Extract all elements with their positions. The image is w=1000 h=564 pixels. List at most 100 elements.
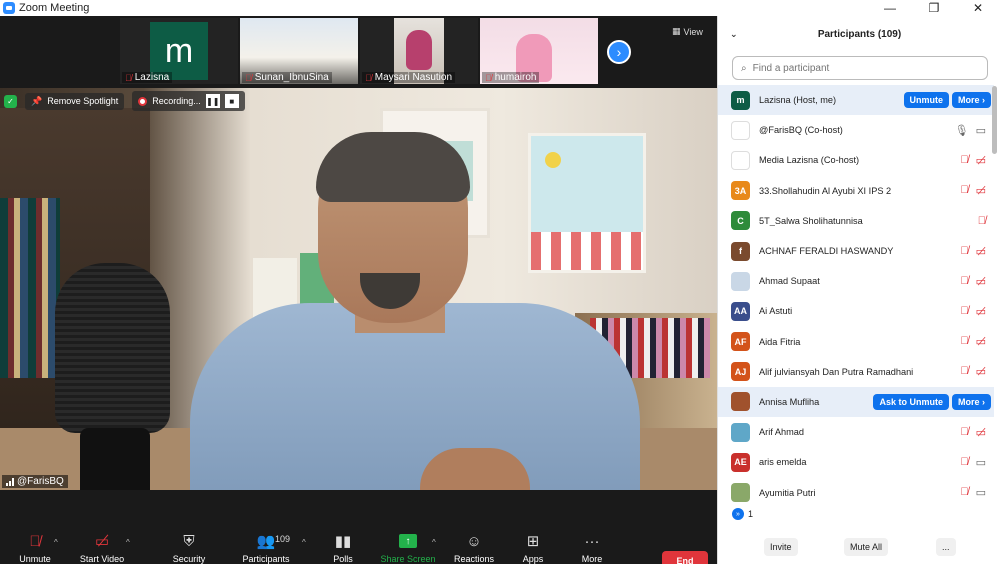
unmute-participant-button[interactable]: Unmute	[903, 92, 949, 109]
video-thumbnail[interactable]: 🎙̸ Sunan_IbnuSina	[240, 18, 358, 84]
search-icon: ⌕	[741, 62, 747, 74]
participant-status-icons: 🎙̸ ▭̸	[960, 245, 986, 258]
participant-row[interactable]: f ACHNAF FERALDI HASWANDY 🎙̸ ▭̸	[718, 236, 994, 266]
shield-icon: ✓	[4, 94, 17, 108]
minimize-button[interactable]: —	[868, 1, 912, 15]
video-off-icon: ▭̸	[975, 336, 986, 349]
video-off-icon: ▭̸	[975, 154, 986, 167]
search-input[interactable]	[752, 62, 987, 74]
panel-more-button[interactable]: ...	[936, 538, 956, 556]
avatar	[731, 422, 750, 442]
mic-muted-icon: 🎙̸	[485, 72, 492, 83]
waiting-room-indicator[interactable]: » 1	[732, 508, 753, 520]
avatar: C	[731, 211, 750, 231]
video-icon: ▭	[975, 124, 986, 137]
participant-more-button[interactable]: More ›	[952, 393, 991, 410]
participant-row[interactable]: Ayumitia Putri 🎙̸ ▭	[718, 477, 994, 505]
recording-label: Recording...	[152, 96, 201, 106]
scrollbar[interactable]	[992, 86, 997, 154]
mute-all-button[interactable]: Mute All	[844, 538, 889, 556]
video-off-icon: ▭̸	[975, 305, 986, 318]
avatar	[731, 120, 750, 140]
participant-row[interactable]: AJ Alif julviansyah Dan Putra Ramadhani 🎙̸…	[718, 357, 994, 387]
mic-muted-icon: 🎙̸	[960, 153, 969, 166]
participant-more-button[interactable]: More ›	[952, 92, 991, 109]
stop-recording-button[interactable]: ■	[224, 94, 239, 108]
audio-options-caret[interactable]: ^	[54, 538, 58, 547]
maximize-button[interactable]: ❐	[912, 1, 956, 15]
security-button[interactable]: ⛨ Security	[154, 532, 224, 564]
remove-spotlight-button[interactable]: 📌 Remove Spotlight	[25, 92, 125, 110]
participant-status-icons: 🎙̸ ▭̸	[960, 335, 986, 348]
share-screen-button[interactable]: ↑ Share Screen	[373, 532, 443, 564]
mic-muted-icon: 🎙̸	[960, 425, 969, 438]
recording-indicator: Recording... ❚❚ ■	[132, 91, 245, 111]
participant-name: 5T_Salwa Sholihatunnisa	[759, 215, 863, 226]
participants-panel: ⌄ Participants (109) ⌕ m Lazisna (Host, m…	[717, 16, 1000, 564]
end-meeting-button[interactable]: End	[662, 551, 708, 564]
video-icon: ▭	[975, 456, 986, 469]
zoom-app-icon	[3, 2, 15, 14]
start-video-button[interactable]: ▭̸ Start Video	[67, 532, 137, 564]
participant-row[interactable]: AE aris emelda 🎙̸ ▭	[718, 447, 994, 477]
mic-muted-icon: 🎙̸	[960, 274, 969, 287]
books	[0, 198, 60, 378]
participant-row[interactable]: Annisa Mufliha Ask to Unmute More ›	[718, 386, 994, 418]
thumbnail-name-tag: 🎙̸ Lazisna	[122, 72, 173, 83]
panel-header: ⌄ Participants (109)	[718, 16, 1000, 52]
mic-muted-icon: 🎙̸	[960, 455, 969, 468]
avatar: AA	[731, 301, 750, 321]
video-thumbnail[interactable]: m 🎙̸ Lazisna	[120, 18, 238, 84]
participants-button[interactable]: 👥 Participants	[231, 532, 301, 564]
video-thumbnail[interactable]: 🎙̸ humairoh	[480, 18, 598, 84]
participant-row[interactable]: 3A 33.Shollahudin Al Ayubi XI IPS 2 🎙̸ ▭̸	[718, 176, 994, 206]
record-icon	[138, 96, 148, 106]
thumbnail-name-tag: 🎙̸ Maysari Nasution	[362, 72, 456, 83]
next-page-button[interactable]: ›	[607, 40, 631, 64]
invite-button[interactable]: Invite	[764, 538, 798, 556]
participant-search[interactable]: ⌕	[732, 56, 988, 80]
close-button[interactable]: ✕	[956, 1, 1000, 15]
mic-muted-icon: 🎙̸	[977, 214, 986, 227]
participant-name: Aida Fitria	[759, 336, 801, 347]
avatar: AJ	[731, 362, 750, 382]
participant-name: Media Lazisna (Co-host)	[759, 155, 860, 166]
participant-row[interactable]: Arif Ahmad 🎙̸ ▭̸	[718, 417, 994, 447]
pause-recording-button[interactable]: ❚❚	[205, 94, 220, 108]
polls-button[interactable]: ▮▮ Polls	[308, 532, 378, 564]
chevron-down-icon[interactable]: ⌄	[730, 29, 738, 40]
security-label: Security	[172, 554, 206, 564]
avatar: f	[731, 241, 750, 261]
mic-muted-icon: 🎙̸	[960, 335, 969, 348]
participant-name: Lazisna (Host, me)	[759, 95, 837, 106]
participant-row[interactable]: Media Lazisna (Co-host) 🎙̸ ▭̸	[718, 145, 994, 175]
more-button[interactable]: ··· More	[557, 532, 627, 564]
panel-title: Participants (109)	[817, 28, 902, 40]
start-video-label: Start Video	[79, 554, 125, 564]
participant-row[interactable]: Ahmad Supaat 🎙̸ ▭̸	[718, 266, 994, 296]
participant-row[interactable]: @FarisBQ (Co-host) 🎙 ▭	[718, 115, 994, 145]
video-options-caret[interactable]: ^	[126, 538, 130, 547]
spotlight-bar: ✓ 📌 Remove Spotlight Recording... ❚❚ ■	[4, 91, 245, 111]
mic-icon: 🎙	[954, 124, 969, 137]
participant-row[interactable]: AF Aida Fitria 🎙̸ ▭̸	[718, 327, 994, 357]
view-button[interactable]: ▦ View	[672, 26, 703, 37]
participant-name: Arif Ahmad	[759, 427, 804, 438]
share-options-caret[interactable]: ^	[432, 538, 436, 547]
mic-muted-icon: 🎙̸	[125, 72, 132, 83]
participants-options-caret[interactable]: ^	[302, 538, 306, 547]
active-speaker-video: ✓ 📌 Remove Spotlight Recording... ❚❚ ■ @…	[0, 88, 717, 490]
participant-row[interactable]: AA Ai Astuti 🎙̸ ▭̸	[718, 296, 994, 326]
microphone	[55, 263, 170, 433]
video-off-icon: ▭̸	[975, 245, 986, 258]
participant-status-icons: 🎙̸ ▭̸	[960, 184, 986, 197]
participant-row[interactable]: m Lazisna (Host, me) Unmute More ›	[718, 85, 994, 116]
video-thumbnail[interactable]: 🎙̸ Maysari Nasution	[360, 18, 478, 84]
mic-muted-icon: 🎙̸	[29, 532, 41, 550]
unmute-button[interactable]: 🎙̸ Unmute	[0, 532, 70, 564]
ask-to-unmute-button[interactable]: Ask to Unmute	[873, 393, 949, 410]
participant-row[interactable]: C 5T_Salwa Sholihatunnisa 🎙̸	[718, 206, 994, 236]
video-off-icon: ▭̸	[975, 275, 986, 288]
mic-muted-icon: 🎙̸	[960, 365, 969, 378]
title-bar: Zoom Meeting — ❐ ✕	[0, 0, 1000, 16]
